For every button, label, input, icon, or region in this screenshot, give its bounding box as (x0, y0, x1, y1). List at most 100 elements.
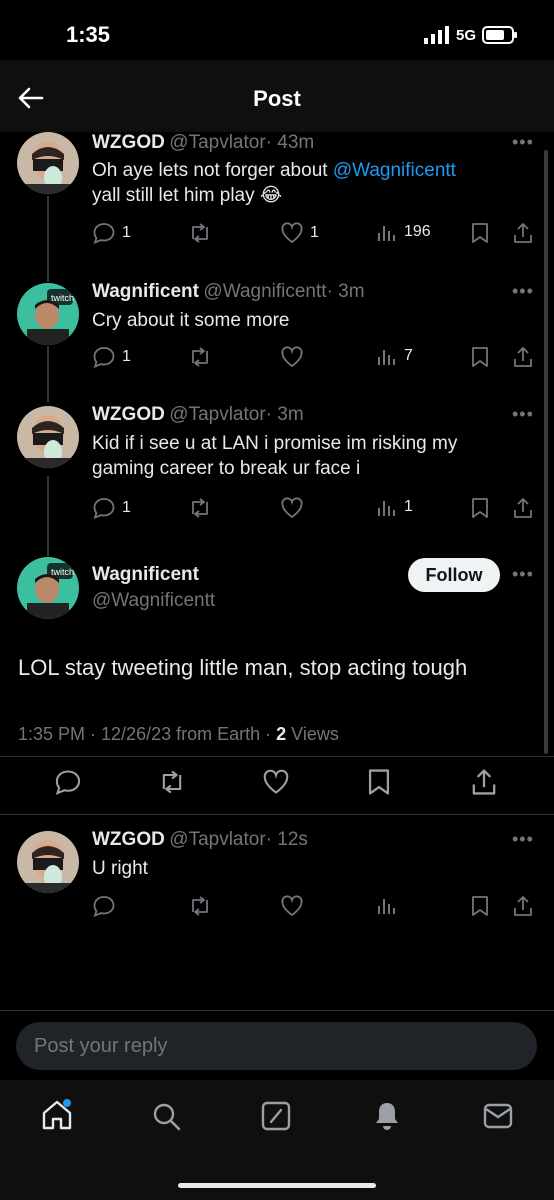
reply-button[interactable]: 1 (92, 222, 131, 244)
repost-button[interactable] (188, 497, 212, 519)
bookmark-button[interactable] (470, 895, 490, 917)
tweet-text-line: gaming career to break ur face i (92, 458, 361, 479)
post-text: LOL stay tweeting little man, stop actin… (18, 655, 468, 680)
bookmark-button[interactable] (470, 222, 490, 244)
home-indicator (178, 1183, 376, 1188)
reply-button[interactable] (92, 895, 116, 917)
repost-button[interactable] (158, 768, 186, 796)
reply-icon (93, 498, 115, 519)
like-button[interactable] (280, 895, 304, 917)
share-icon (472, 769, 496, 795)
repost-icon (192, 498, 208, 518)
author-handle[interactable]: @Wagnificentt (203, 281, 326, 302)
follow-button[interactable]: Follow (408, 558, 500, 592)
views-label: Views (286, 724, 339, 744)
post-time: · 43m (265, 132, 315, 153)
share-button[interactable] (512, 222, 534, 244)
author-handle[interactable]: @Tapvlator (169, 829, 265, 850)
like-button[interactable] (262, 768, 290, 796)
author-name[interactable]: WZGOD (92, 829, 165, 850)
avatar[interactable] (17, 831, 79, 893)
repost-icon (192, 896, 208, 916)
views-count: 2 (276, 724, 287, 744)
share-button[interactable] (512, 346, 534, 368)
share-icon (514, 347, 532, 367)
notifications-icon[interactable] (372, 1100, 402, 1132)
view-count: 7 (404, 347, 413, 364)
post-meta: 1:35 PM · 12/26/23 from Earth · 2 Views (18, 724, 339, 745)
heart-icon (281, 346, 303, 368)
avatar[interactable]: twitch (17, 283, 79, 345)
views-button[interactable]: 196 (376, 222, 431, 242)
repost-icon (192, 347, 208, 367)
more-options-icon[interactable]: ••• (512, 829, 534, 850)
views-button[interactable]: 7 (376, 346, 413, 366)
page-title: Post (253, 86, 301, 111)
more-options-icon[interactable]: ••• (512, 404, 534, 425)
messages-icon[interactable] (482, 1102, 514, 1130)
like-button[interactable]: 1 (280, 222, 319, 244)
tweet-header: WZGOD @Tapvlator· 12s (92, 829, 308, 851)
tweet-actions: 1 7 (92, 346, 542, 370)
mention-link[interactable]: @Wagnificentt (333, 160, 456, 181)
heart-icon (263, 769, 289, 794)
reply-icon (93, 223, 115, 244)
home-icon[interactable] (40, 1098, 74, 1132)
avatar-badge-text: twitch (51, 567, 74, 577)
author-handle[interactable]: @Tapvlator (169, 404, 265, 425)
post-actions (0, 768, 554, 800)
reply-button[interactable]: 1 (92, 497, 131, 519)
bookmark-button[interactable] (470, 346, 490, 368)
more-options-icon[interactable]: ••• (512, 564, 534, 585)
search-icon[interactable] (150, 1100, 182, 1132)
battery-icon (482, 26, 517, 44)
tweet-text: Oh aye lets not forger about @Wagnificen… (92, 158, 532, 208)
repost-button[interactable] (188, 895, 212, 917)
thread-line (47, 476, 49, 556)
views-button[interactable]: 1 (376, 497, 413, 517)
author-name[interactable]: WZGOD (92, 132, 165, 153)
status-indicators: 5G (423, 26, 518, 44)
tweet-header: WZGOD @Tapvlator· 43m (92, 132, 314, 154)
share-button[interactable] (512, 497, 534, 519)
like-button[interactable] (280, 497, 304, 519)
views-icon (378, 899, 395, 914)
tweet-text-line: Kid if i see u at LAN i promise im riski… (92, 433, 458, 454)
status-time: 1:35 (66, 22, 111, 47)
more-options-icon[interactable]: ••• (512, 281, 534, 302)
author-name[interactable]: WZGOD (92, 404, 165, 425)
reply-icon (93, 347, 115, 368)
reply-button[interactable] (54, 768, 82, 796)
reply-button[interactable]: 1 (92, 346, 131, 368)
repost-button[interactable] (188, 222, 212, 244)
bookmark-button[interactable] (366, 768, 392, 796)
bookmark-icon (472, 223, 488, 243)
author-name[interactable]: Wagnificent (92, 564, 199, 586)
scrollbar[interactable] (544, 150, 548, 754)
bottom-tab-bar (0, 1080, 554, 1200)
avatar[interactable] (17, 132, 79, 194)
tweet-text: Cry about it some more (92, 310, 290, 331)
tweet-text-part: Oh aye lets not forger about (92, 160, 333, 181)
reply-count: 1 (122, 499, 131, 516)
thread-line (47, 196, 49, 282)
like-button[interactable] (280, 346, 304, 368)
author-handle[interactable]: @Wagnificentt (92, 590, 215, 612)
author-name[interactable]: Wagnificent (92, 281, 199, 302)
bookmark-icon (472, 498, 488, 518)
avatar[interactable]: twitch (17, 557, 79, 619)
reply-input[interactable]: Post your reply (16, 1022, 537, 1070)
tweet-text-part: yall still let him play 😂 (92, 185, 283, 206)
more-options-icon[interactable]: ••• (512, 132, 534, 153)
signal-icon (423, 26, 449, 44)
share-button[interactable] (512, 895, 534, 917)
share-button[interactable] (470, 768, 498, 796)
views-button[interactable] (376, 895, 398, 915)
share-icon (514, 223, 532, 243)
author-handle[interactable]: @Tapvlator (169, 132, 265, 153)
repost-button[interactable] (188, 346, 212, 368)
grok-icon[interactable] (260, 1100, 292, 1132)
bookmark-button[interactable] (470, 497, 490, 519)
avatar[interactable] (17, 406, 79, 468)
heart-icon (281, 497, 303, 519)
